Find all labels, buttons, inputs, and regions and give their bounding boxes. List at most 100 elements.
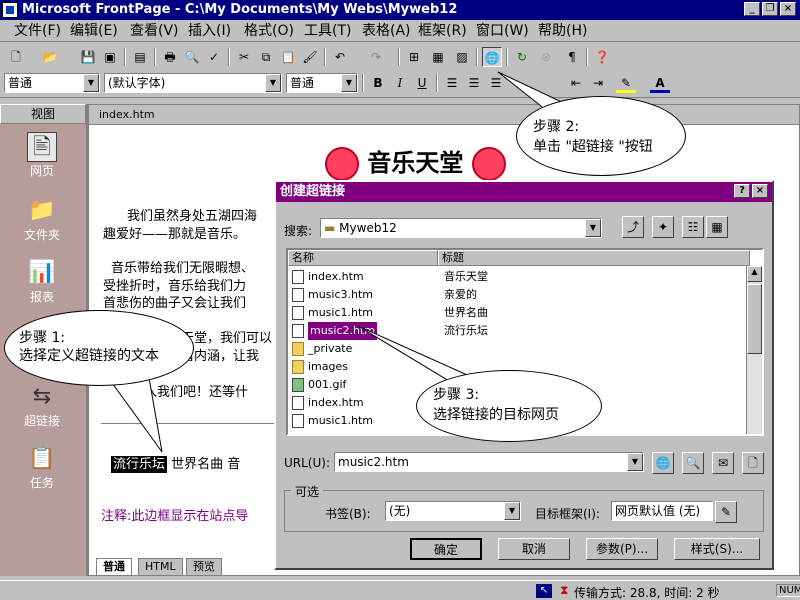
view-tasks[interactable]: 📋 任务 <box>0 444 84 491</box>
align-center-icon[interactable]: ☰ <box>464 73 484 93</box>
restore-button[interactable]: ❐ <box>762 2 778 16</box>
chevron-down-icon[interactable]: ▼ <box>341 74 357 92</box>
chevron-down-icon[interactable]: ▼ <box>627 453 643 471</box>
menu-edit[interactable]: 编辑(E) <box>70 22 118 40</box>
minimize-button[interactable]: _ <box>744 2 760 16</box>
chevron-down-icon[interactable]: ▼ <box>504 502 520 520</box>
format-painter-icon[interactable]: 🖌 <box>300 47 320 67</box>
spelling-icon[interactable]: ✓ <box>204 47 224 67</box>
undo-icon[interactable]: ↶ <box>330 47 350 67</box>
align-right-icon[interactable]: ☰ <box>486 73 506 93</box>
tab-normal[interactable]: 普通 <box>96 558 132 576</box>
vertical-scrollbar[interactable]: ▲ <box>746 266 762 434</box>
align-left-icon[interactable]: ☰ <box>442 73 462 93</box>
menu-table[interactable]: 表格(A) <box>362 22 411 40</box>
paragraph-line: 天堂，我们可以 <box>181 331 273 346</box>
search-label: 搜索: <box>284 224 313 238</box>
chevron-down-icon[interactable]: ▼ <box>265 74 281 92</box>
publish-icon[interactable]: ▣ <box>100 47 120 67</box>
increase-indent-icon[interactable]: ⇥ <box>588 73 608 93</box>
ok-button[interactable]: 确定 <box>410 538 482 560</box>
dialog-close-button[interactable]: × <box>752 184 768 198</box>
tab-html[interactable]: HTML <box>138 558 183 576</box>
underline-icon[interactable]: U <box>412 73 432 93</box>
email-button[interactable]: ✉ <box>712 452 734 474</box>
close-button[interactable]: × <box>780 2 796 16</box>
dialog-help-button[interactable]: ? <box>734 184 750 198</box>
font-combo[interactable]: (默认字体) ▼ <box>104 73 282 93</box>
print-icon[interactable]: 🖶 <box>160 47 180 67</box>
web-browse-button[interactable]: 🌐 <box>652 452 674 474</box>
open-folder-icon[interactable]: 📂 <box>40 47 60 67</box>
view-folders[interactable]: 📁 文件夹 <box>0 196 84 243</box>
font-color-icon[interactable]: A <box>650 73 670 93</box>
scroll-up-icon: ▲ <box>747 266 762 282</box>
menu-format[interactable]: 格式(O) <box>244 22 294 40</box>
new-folder-button[interactable]: ✦ <box>652 216 674 238</box>
view-reports[interactable]: 📊 报表 <box>0 258 84 305</box>
target-frame-field[interactable]: 网页默认值 (无) <box>611 501 713 521</box>
hyperlink-icon[interactable]: 🌐 <box>482 47 502 67</box>
help-icon[interactable]: ❓ <box>592 47 612 67</box>
new-page-icon[interactable]: 🗋 <box>6 47 26 67</box>
menu-tools[interactable]: 工具(T) <box>304 22 351 40</box>
file-row[interactable]: _private <box>290 340 750 358</box>
menu-file[interactable]: 文件(F) <box>14 22 61 40</box>
column-header-name[interactable]: 名称 <box>288 250 438 266</box>
list-view-button[interactable]: ☷ <box>682 216 704 238</box>
selected-link-text[interactable]: 流行乐坛 <box>111 456 168 473</box>
page-icon <box>292 396 304 410</box>
insert-table-icon[interactable]: ▦ <box>428 47 448 67</box>
new-page-button[interactable]: 🗋 <box>742 452 764 474</box>
size-combo[interactable]: 普通 ▼ <box>286 73 358 93</box>
view-hyperlinks[interactable]: ⇆ 超链接 <box>0 382 84 429</box>
up-folder-button[interactable]: ⤴ <box>622 216 644 238</box>
highlight-color-icon[interactable]: ✎ <box>616 73 636 93</box>
url-input[interactable]: music2.htm ▼ <box>334 452 644 472</box>
document-tab[interactable]: index.htm <box>89 105 799 125</box>
cut-icon[interactable]: ✂ <box>234 47 254 67</box>
bookmark-combo[interactable]: (无) ▼ <box>385 501 521 521</box>
paragraph-line: 趣爱好——那就是音乐。 <box>103 227 247 242</box>
paste-icon[interactable]: 📋 <box>278 47 298 67</box>
style-combo[interactable]: 普通 ▼ <box>4 73 100 93</box>
italic-icon[interactable]: I <box>390 73 410 93</box>
column-header-title[interactable]: 标题 <box>438 250 750 266</box>
folder-icon <box>292 360 304 374</box>
menu-help[interactable]: 帮助(H) <box>538 22 587 40</box>
save-icon[interactable]: 💾 <box>78 47 98 67</box>
edit-target-button[interactable]: ✎ <box>715 501 737 523</box>
redo-icon[interactable]: ↷ <box>366 47 386 67</box>
chevron-down-icon[interactable]: ▼ <box>83 74 99 92</box>
stop-icon[interactable]: ⊗ <box>536 47 556 67</box>
view-page[interactable]: 🖹 网页 <box>0 132 84 179</box>
menu-frames[interactable]: 框架(R) <box>418 22 467 40</box>
file-row[interactable]: music1.htm 世界名曲 <box>290 304 750 322</box>
menu-insert[interactable]: 插入(I) <box>188 22 231 40</box>
file-row[interactable]: music3.htm 亲爱的 <box>290 286 750 304</box>
cancel-button[interactable]: 取消 <box>498 538 570 560</box>
chevron-down-icon[interactable]: ▼ <box>585 219 601 237</box>
file-row-selected[interactable]: music2.htm 流行乐坛 <box>290 322 750 340</box>
parameters-button[interactable]: 参数(P)... <box>586 538 658 560</box>
search-folder-combo[interactable]: ▬ Myweb12 ▼ <box>320 218 602 238</box>
folder-list-icon[interactable]: ▤ <box>130 47 150 67</box>
bold-icon[interactable]: B <box>368 73 388 93</box>
file-row[interactable]: index.htm 音乐天堂 <box>290 268 750 286</box>
decrease-indent-icon[interactable]: ⇤ <box>566 73 586 93</box>
menu-view[interactable]: 查看(V) <box>130 22 179 40</box>
preview-icon[interactable]: 🔍 <box>182 47 202 67</box>
link-bar-rest[interactable]: 世界名曲 音 <box>171 457 240 472</box>
details-view-button[interactable]: ▦ <box>706 216 728 238</box>
insert-component-icon[interactable]: ⊞ <box>404 47 424 67</box>
style-button[interactable]: 样式(S)... <box>674 538 760 560</box>
tab-preview[interactable]: 预览 <box>186 558 222 576</box>
insert-picture-icon[interactable]: ▨ <box>452 47 472 67</box>
menu-bar: 文件(F) 编辑(E) 查看(V) 插入(I) 格式(O) 工具(T) 表格(A… <box>0 20 800 42</box>
refresh-icon[interactable]: ↻ <box>512 47 532 67</box>
file-browse-button[interactable]: 🔍 <box>682 452 704 474</box>
copy-icon[interactable]: ⧉ <box>256 47 276 67</box>
show-all-icon[interactable]: ¶ <box>562 47 582 67</box>
folder-icon: 📁 <box>28 198 56 223</box>
menu-window[interactable]: 窗口(W) <box>476 22 529 40</box>
